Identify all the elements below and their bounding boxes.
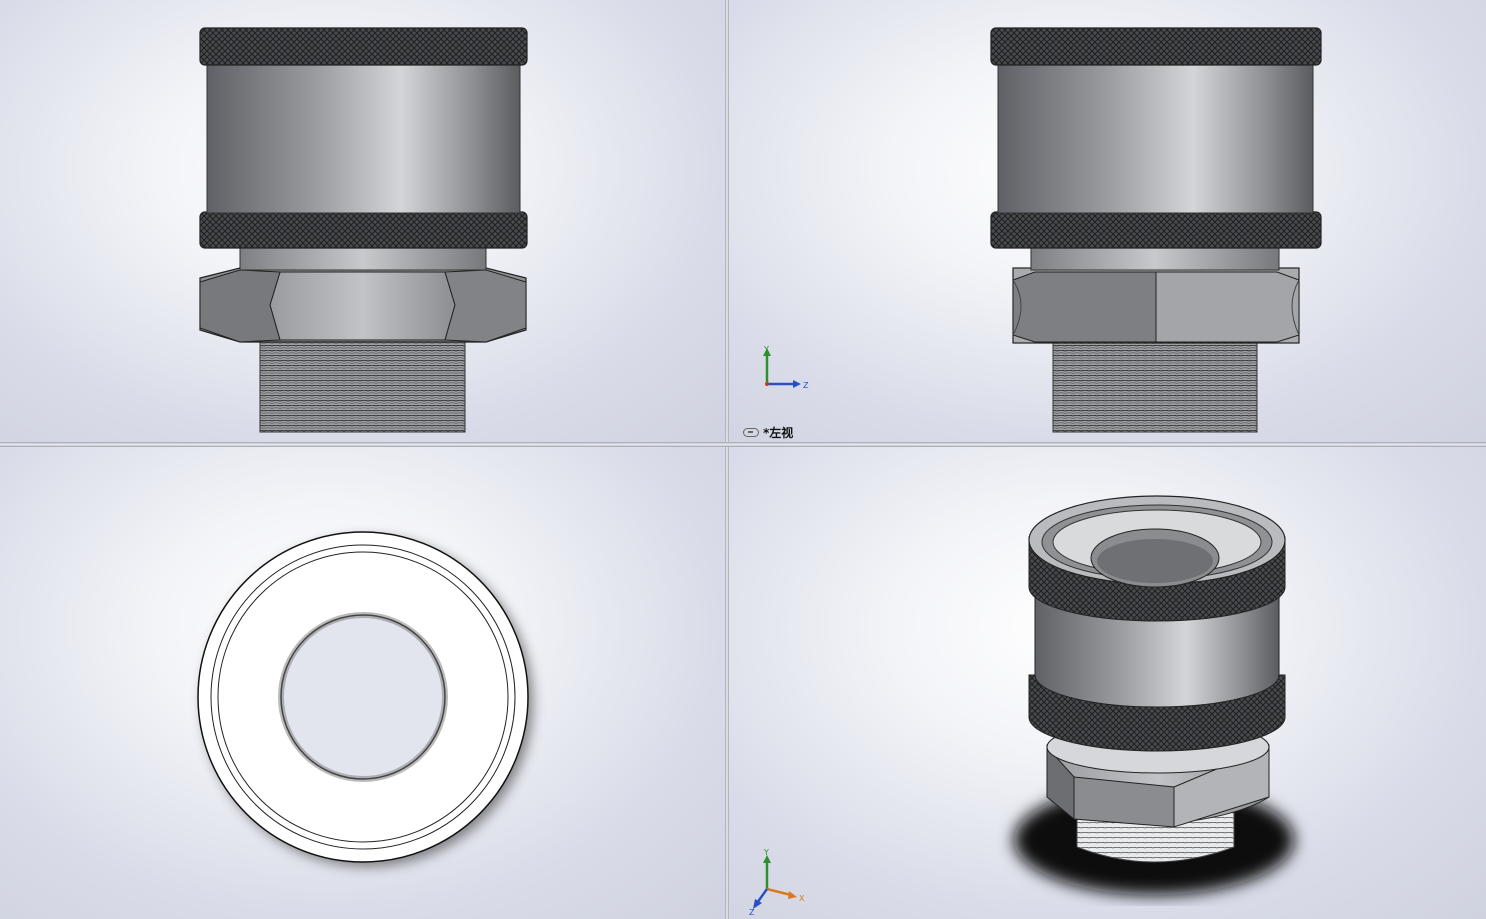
view-orientation-label[interactable]: *左视 <box>743 424 793 441</box>
fitting-left-view <box>990 27 1322 433</box>
axis-triad: Y Z <box>763 345 809 390</box>
fitting-isometric-view <box>1014 495 1294 895</box>
fitting-top-view <box>197 531 533 867</box>
fitting-front-view <box>199 27 528 433</box>
view-name: *左视 <box>763 426 794 440</box>
triad-y-label: Y <box>763 345 769 354</box>
triad-z-label: Z <box>749 908 755 917</box>
viewport-splitter-vertical[interactable] <box>725 0 729 919</box>
axis-triad-iso: Y X Z <box>749 848 805 917</box>
viewport-isometric[interactable]: Y X Z <box>729 447 1486 919</box>
viewport-splitter-horizontal[interactable] <box>0 442 1486 447</box>
triad-z-label: Z <box>803 381 809 390</box>
viewport-top[interactable] <box>0 447 725 919</box>
triad-y-label: Y <box>763 848 769 857</box>
viewport-left-view[interactable]: Y Z *左视 <box>729 0 1486 442</box>
link-icon[interactable] <box>743 428 759 437</box>
triad-x-label: X <box>799 894 805 903</box>
viewport-front[interactable] <box>0 0 725 442</box>
